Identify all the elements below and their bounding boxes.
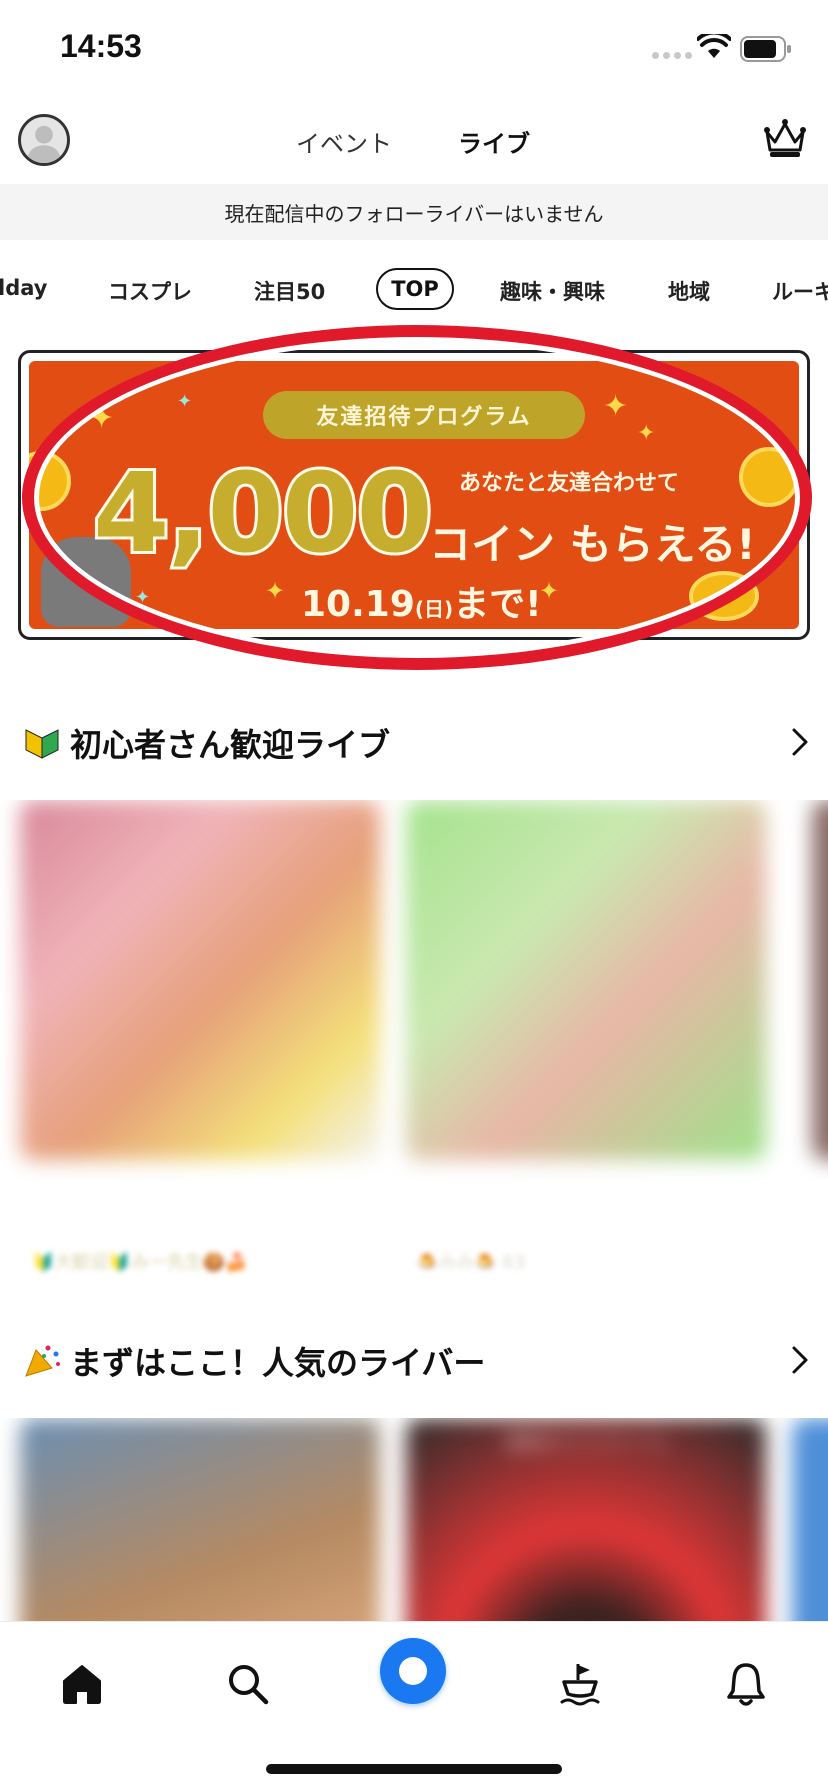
status-bar: 14:53	[0, 0, 828, 96]
bottom-tab-bar	[0, 1622, 828, 1792]
category-tab-featured[interactable]: 注目50	[254, 276, 325, 306]
category-tab-cosplay[interactable]: コスプレ	[108, 276, 192, 306]
banner-pill: 友達招待プログラム	[263, 391, 585, 439]
go-live-button[interactable]	[380, 1638, 446, 1704]
chevron-right-icon[interactable]	[788, 726, 812, 758]
banner-date-day: (日)	[414, 597, 454, 621]
tab-notifications[interactable]	[714, 1652, 778, 1716]
sparkle-icon: ✦	[177, 391, 193, 412]
coin-decoration	[689, 571, 759, 621]
category-tabs: lday コスプレ 注目50 TOP 趣味・興味 地域 ルーキ	[0, 264, 828, 318]
sparkle-icon: ✦	[603, 389, 629, 424]
tab-live[interactable]: ライブ	[458, 124, 530, 159]
home-indicator	[266, 1764, 562, 1774]
record-icon	[399, 1657, 427, 1685]
beginner-mark-icon	[25, 729, 59, 759]
live-card[interactable]	[20, 1418, 380, 1628]
category-tab-rookie[interactable]: ルーキ	[772, 276, 828, 306]
cellular-signal-icon	[652, 52, 692, 59]
home-icon	[63, 1665, 101, 1704]
category-tab-region[interactable]: 地域	[668, 276, 710, 306]
category-tab-top[interactable]: TOP	[376, 268, 454, 310]
banner-date: 10.19(日)まで!	[301, 575, 542, 627]
coin-decoration	[739, 447, 799, 507]
sparkle-icon: ✦	[135, 587, 151, 608]
promo-banner[interactable]: ✦ ✦ ✦ ✦ ✦ ✦ ✦ 友達招待プログラム 4,000 あなたと友達合わせて…	[18, 350, 810, 640]
notice-text: 現在配信中のフォローライバーはいません	[224, 201, 604, 226]
live-card[interactable]	[792, 1418, 828, 1628]
top-navigation: イベント ライブ	[0, 100, 828, 184]
banner-date-main: 10.19	[301, 584, 415, 625]
section-header-popular[interactable]: まずはここ！人気のライバー	[22, 1338, 812, 1382]
banner-subtitle: あなたと友達合わせて	[459, 471, 680, 496]
notice-bar: 現在配信中のフォローライバーはいません	[0, 184, 828, 240]
live-card-title: 🔰大歓迎🔰みー先生🍪🍰	[32, 1252, 248, 1273]
section-header-beginner[interactable]: 初心者さん歓迎ライブ	[22, 720, 812, 764]
coin-decoration	[29, 451, 71, 511]
popular-liver-list: 最高のファミリーと	[0, 1418, 828, 1628]
chevron-right-icon[interactable]	[788, 1344, 812, 1376]
battery-icon	[740, 36, 791, 62]
tab-search[interactable]	[216, 1652, 280, 1716]
status-time: 14:53	[60, 28, 142, 64]
sparkle-icon: ✦	[539, 577, 560, 605]
category-tab-hobby[interactable]: 趣味・興味	[500, 276, 605, 306]
section-title: 初心者さん歓迎ライブ	[70, 726, 391, 764]
crown-icon[interactable]	[762, 116, 808, 160]
live-card[interactable]	[812, 800, 828, 1160]
bell-icon	[727, 1663, 765, 1706]
avatar[interactable]	[18, 114, 70, 166]
live-card[interactable]: 最高のファミリーと	[406, 1418, 766, 1628]
section-title: まずはここ！人気のライバー	[70, 1344, 486, 1382]
live-card[interactable]	[406, 800, 766, 1160]
party-popper-icon	[25, 1345, 60, 1377]
live-card-title: 🍮みみ🍮 63	[416, 1252, 526, 1273]
tab-home[interactable]	[50, 1652, 114, 1716]
wifi-icon	[697, 34, 731, 58]
live-card-overlay-text: 最高のファミリーと	[506, 1432, 668, 1453]
tab-event[interactable]: イベント	[296, 124, 392, 159]
category-tab-top-label: TOP	[391, 277, 439, 301]
sparkle-icon: ✦	[265, 577, 286, 605]
live-card[interactable]	[20, 800, 380, 1160]
search-icon	[229, 1665, 269, 1705]
banner-coin-text: コイン もらえる!	[429, 520, 756, 569]
user-avatar-icon	[28, 125, 60, 163]
sparkle-icon: ✦	[637, 421, 656, 446]
category-tab-birthday[interactable]: lday	[0, 276, 47, 300]
sparkle-icon: ✦	[89, 401, 115, 436]
ship-icon	[560, 1664, 600, 1706]
banner-amount: 4,000	[90, 446, 436, 580]
promo-banner-image: ✦ ✦ ✦ ✦ ✦ ✦ ✦ 友達招待プログラム 4,000 あなたと友達合わせて…	[29, 361, 799, 629]
tab-voyage[interactable]	[548, 1652, 612, 1716]
banner-date-suffix: まで!	[453, 584, 542, 625]
beginner-live-list	[0, 800, 828, 1180]
